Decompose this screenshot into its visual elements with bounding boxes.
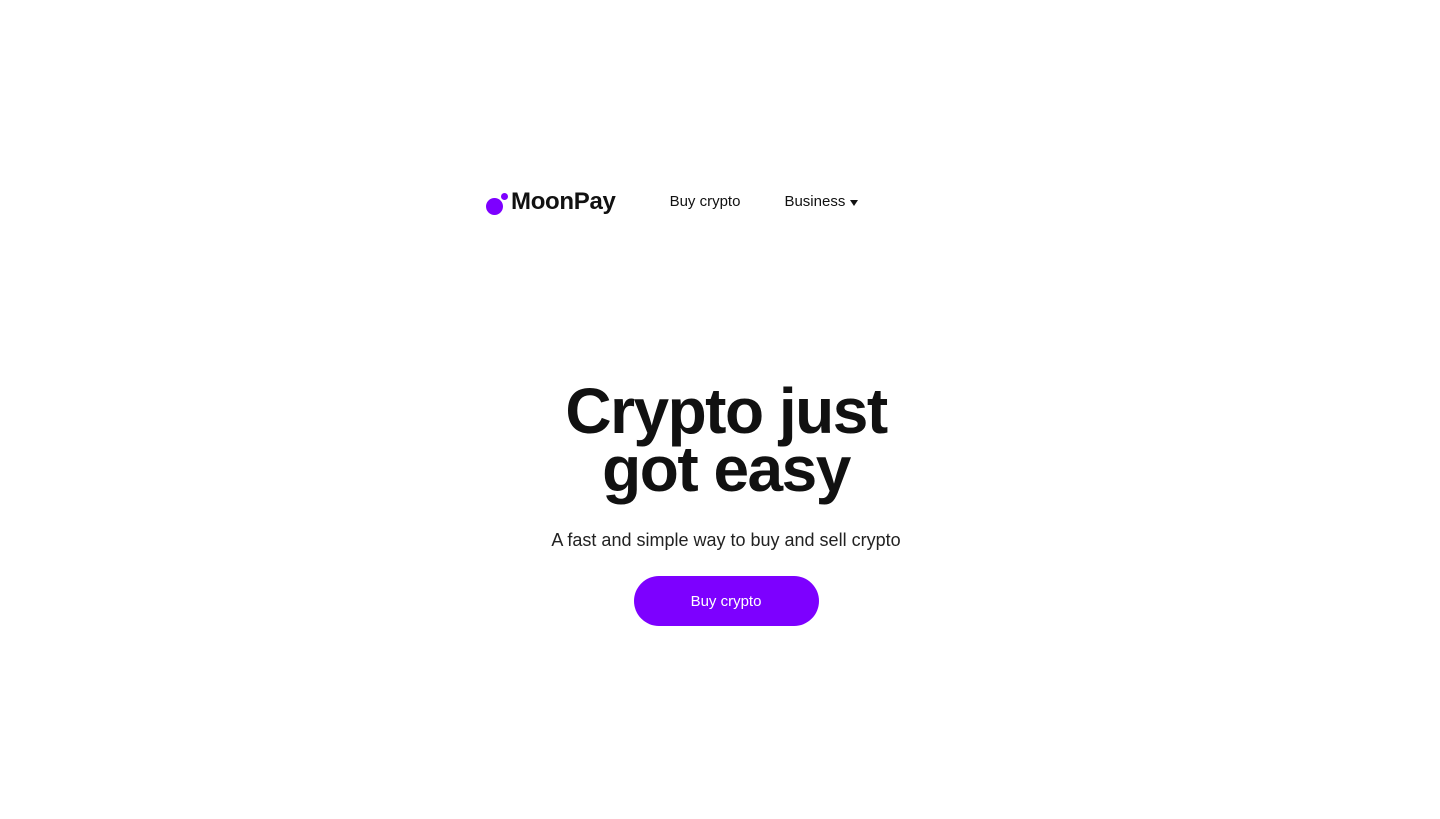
page: MoonPay Buy crypto Business Crypto just … [0, 0, 1440, 819]
nav-business-dropdown[interactable]: Business [784, 192, 859, 212]
nav-buy-crypto-label: Buy crypto [669, 193, 741, 210]
moonpay-logo-icon [485, 189, 508, 215]
hero-section: Crypto just got easy A fast and simple w… [0, 379, 1440, 626]
nav-buy-crypto-link[interactable]: Buy crypto [670, 192, 741, 212]
moonpay-logo[interactable]: MoonPay [485, 186, 616, 218]
logo-small-dot [501, 193, 508, 200]
hero-title-line-2: got easy [602, 433, 851, 505]
hero-subtitle: A fast and simple way to buy and sell cr… [551, 530, 901, 550]
buy-crypto-button-label: Buy crypto [690, 592, 762, 610]
brand-name: MoonPay [511, 188, 616, 215]
logo-large-dot [486, 198, 503, 215]
nav-business-label: Business [784, 193, 846, 210]
top-navigation: MoonPay Buy crypto Business [485, 186, 859, 218]
hero-title: Crypto just got easy [434, 379, 1006, 501]
buy-crypto-button[interactable]: Buy crypto [633, 576, 819, 626]
caret-down-icon [850, 199, 859, 206]
